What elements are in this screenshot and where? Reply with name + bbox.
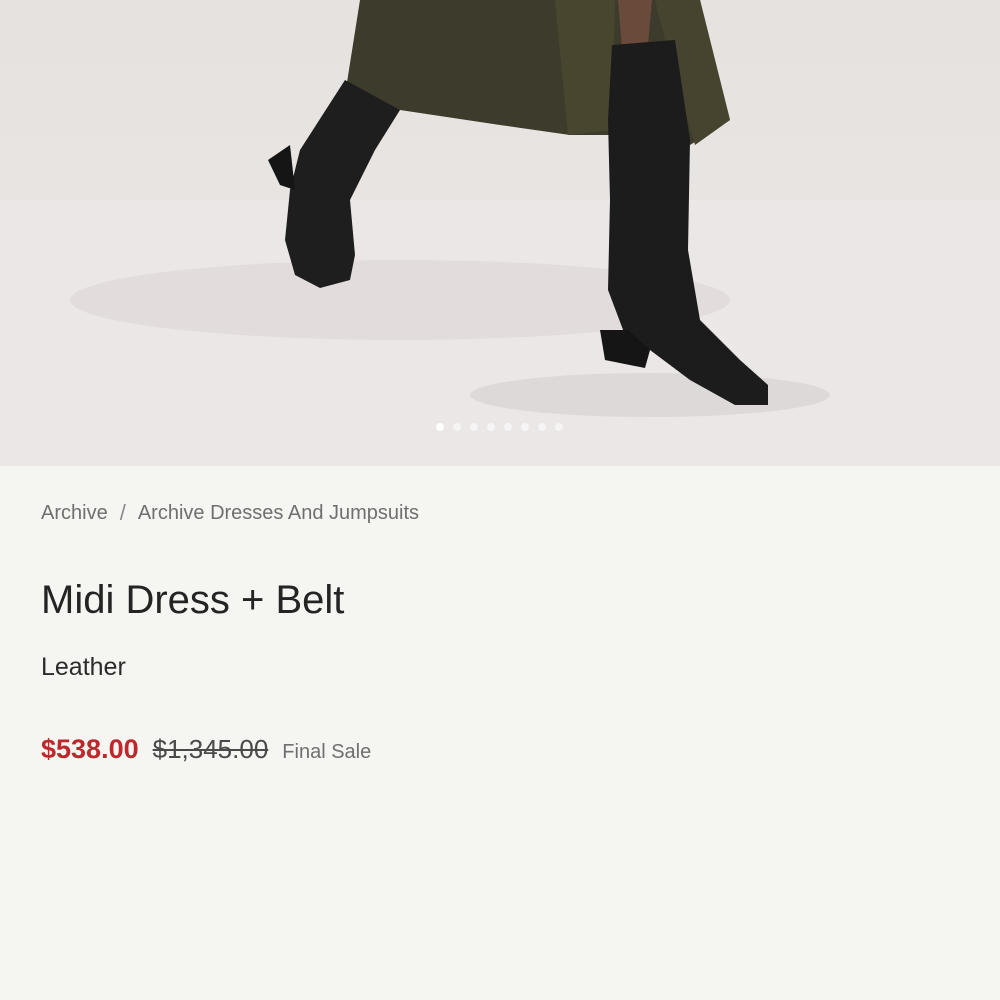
breadcrumb: Archive / Archive Dresses And Jumpsuits <box>41 500 959 526</box>
gallery-pagination <box>436 423 563 431</box>
product-image-gallery[interactable] <box>0 0 1000 466</box>
final-sale-label: Final Sale <box>282 741 372 763</box>
gallery-dot[interactable] <box>555 423 563 431</box>
breadcrumb-separator: / <box>119 500 126 525</box>
original-price: $1,345.00 <box>152 734 269 764</box>
gallery-dot[interactable] <box>504 423 512 431</box>
product-info: Archive / Archive Dresses And Jumpsuits … <box>0 500 1000 765</box>
gallery-dot[interactable] <box>538 423 546 431</box>
gallery-dot[interactable] <box>487 423 495 431</box>
gallery-dot[interactable] <box>470 423 478 431</box>
price-row: $538.00 $1,345.00 Final Sale <box>41 734 959 765</box>
product-photo <box>0 0 1000 466</box>
product-material: Leather <box>41 653 126 681</box>
sale-price: $538.00 <box>41 734 139 764</box>
gallery-dot[interactable] <box>521 423 529 431</box>
breadcrumb-link-dresses[interactable]: Archive Dresses And Jumpsuits <box>138 502 419 525</box>
product-title: Midi Dress + Belt <box>41 578 345 622</box>
gallery-dot[interactable] <box>453 423 461 431</box>
breadcrumb-link-archive[interactable]: Archive <box>41 502 108 525</box>
gallery-dot[interactable] <box>436 423 444 431</box>
